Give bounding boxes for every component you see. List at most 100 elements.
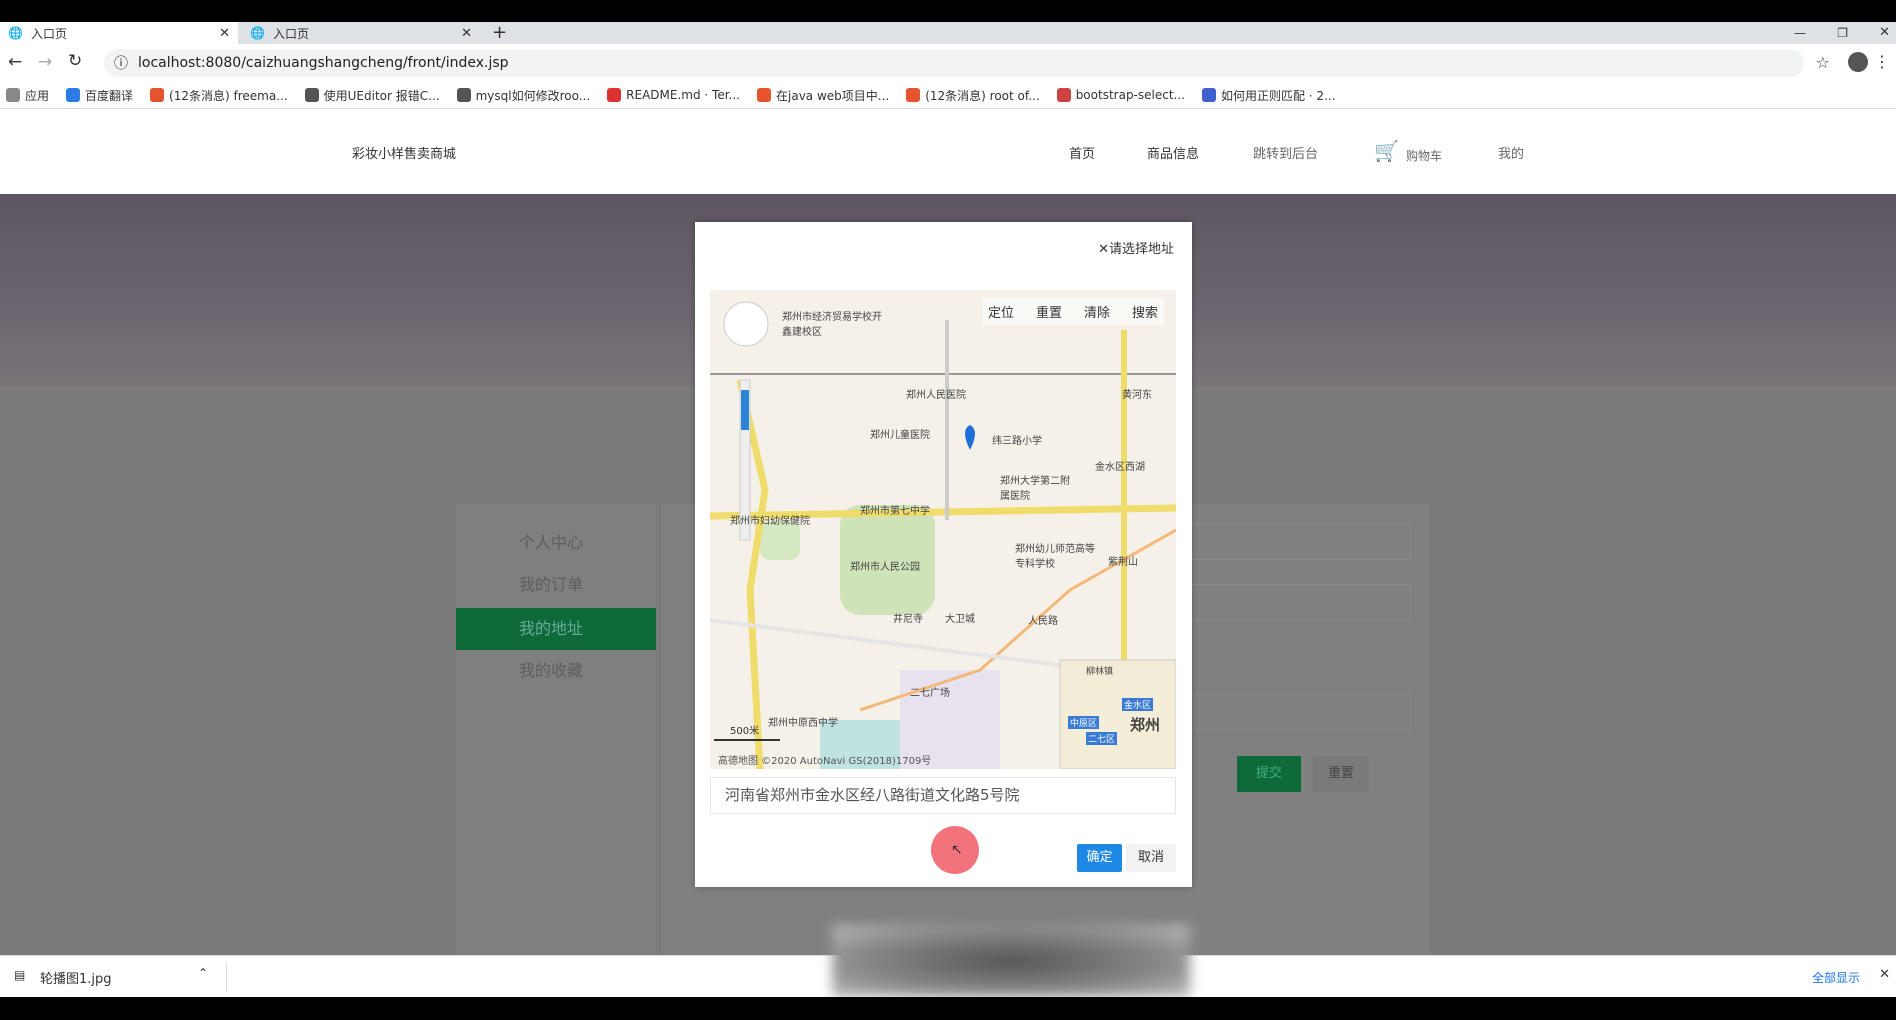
bookmark-item[interactable]: 使用UEditor 报错C... — [304, 87, 440, 104]
cart-icon[interactable]: 🛒 — [1374, 139, 1399, 163]
map-scale-label: 500米 — [730, 726, 760, 737]
bookmark-label: 百度翻译 — [85, 88, 134, 103]
forward-icon[interactable]: → — [38, 52, 52, 72]
map-label: 黄河东 — [1122, 390, 1152, 401]
bookmark-icon — [456, 88, 471, 102]
bookmark-label: 使用UEditor 报错C... — [323, 88, 440, 103]
map-label: 井尼寺 — [893, 614, 923, 625]
bookmark-icon — [1056, 88, 1071, 102]
bookmark-label: 应用 — [25, 88, 50, 103]
form-input[interactable] — [1181, 524, 1411, 560]
map-label: 郑州儿童医院 — [870, 430, 930, 441]
map-label: 郑州幼儿师范高等专科学校 — [1015, 544, 1095, 570]
nav-cart[interactable]: 购物车 — [1406, 147, 1442, 164]
search-button[interactable]: 搜索 — [1132, 302, 1158, 321]
map-label: 郑州市人民公园 — [850, 562, 920, 573]
close-tab-icon[interactable]: ✕ — [219, 26, 230, 41]
map-label: 中原区 — [1068, 716, 1100, 729]
map-label-zhengzhou: 郑州 — [1130, 716, 1160, 734]
map-label: 郑州市经济贸易学校开鑫建校区 — [782, 312, 882, 338]
restore-button[interactable]: ❐ — [1837, 22, 1848, 44]
bookmark-label: README.md · Ter... — [626, 88, 740, 102]
chevron-up-icon[interactable]: ⌃ — [198, 966, 208, 980]
nav-admin[interactable]: 跳转到后台 — [1253, 143, 1318, 162]
bookmark-icon — [6, 88, 20, 102]
screen-bottom-border — [0, 997, 1896, 1020]
form-input[interactable] — [1181, 584, 1411, 620]
bookmark-label: 如何用正则匹配 · 2... — [1220, 88, 1336, 103]
map-view[interactable]: 郑州 郑州市经济贸易学校开鑫建校区 郑州人民医院 黄河东 郑州儿童医院 纬三路小… — [710, 290, 1176, 769]
site-header: 彩妆小样售卖商城 首页 商品信息 跳转到后台 🛒 购物车 我的 — [0, 109, 1896, 194]
site-brand[interactable]: 彩妆小样售卖商城 — [352, 143, 456, 162]
sidebar-item-favorites[interactable]: 我的收藏 — [456, 650, 656, 692]
back-icon[interactable]: ← — [8, 52, 22, 72]
address-input[interactable]: 河南省郑州市金水区经八路街道文化路5号院 — [710, 777, 1176, 814]
bookmark-label: (12条消息) freema... — [169, 88, 288, 103]
click-indicator: ↖ — [931, 826, 979, 874]
globe-icon: 🌐 — [250, 26, 265, 40]
map-attribution: 高德地图 ©2020 AutoNavi GS(2018)1709号 — [718, 756, 932, 767]
map-label: 二七广场 — [910, 688, 950, 699]
bookmark-icon — [1201, 88, 1216, 102]
new-tab-button[interactable]: + — [492, 22, 507, 44]
bookmark-item[interactable]: (12条消息) root of... — [906, 87, 1040, 104]
map-label: 郑州市第七中学 — [860, 506, 930, 517]
bookmark-item[interactable]: 如何用正则匹配 · 2... — [1201, 87, 1336, 104]
file-icon: ▤ — [14, 968, 26, 982]
map-label: 人民路 — [1028, 616, 1058, 627]
sidebar-item-orders[interactable]: 我的订单 — [456, 564, 656, 606]
minimize-button[interactable]: — — [1794, 22, 1806, 44]
bookmark-item[interactable]: mysql如何修改roo... — [456, 87, 590, 104]
user-sidebar: 个人中心 我的订单 我的地址 我的收藏 — [456, 504, 656, 955]
browser-tab[interactable]: 🌐 入口页 ✕ — [0, 22, 238, 44]
form-input[interactable] — [1181, 694, 1411, 730]
blurred-overlay — [832, 925, 1190, 997]
menu-icon[interactable]: ⋮ — [1874, 52, 1890, 71]
bookmark-item[interactable]: 百度翻译 — [66, 87, 133, 104]
confirm-button[interactable]: 确定 — [1077, 844, 1122, 872]
nav-products[interactable]: 商品信息 — [1147, 143, 1199, 162]
map-label: 纬三路小学 — [992, 436, 1042, 447]
bookmark-label: (12条消息) root of... — [925, 88, 1040, 103]
address-bar-row: ← → ↻ ⓘ localhost:8080/caizhuangshangchen… — [0, 44, 1896, 82]
map-toolbar: 定位 重置 清除 搜索 — [981, 298, 1164, 325]
modal-close[interactable]: ✕请选择地址 — [1098, 238, 1174, 257]
bookmark-item[interactable]: bootstrap-select... — [1056, 88, 1185, 102]
nav-mine[interactable]: 我的 — [1498, 143, 1524, 162]
sidebar-item-profile[interactable]: 个人中心 — [456, 522, 656, 564]
map-label: 大卫城 — [945, 614, 975, 625]
bookmark-item[interactable]: README.md · Ter... — [607, 88, 740, 102]
browser-tab[interactable]: 🌐 入口页 ✕ — [242, 22, 480, 44]
map-label: 郑州市妇幼保健院 — [730, 516, 810, 527]
divider — [226, 962, 227, 992]
locate-button[interactable]: 定位 — [988, 302, 1014, 321]
close-window-button[interactable]: ✕ — [1879, 22, 1890, 44]
reset-button[interactable]: 重置 — [1313, 756, 1369, 792]
location-marker — [965, 425, 975, 450]
submit-button[interactable]: 提交 — [1237, 756, 1301, 792]
reload-icon[interactable]: ↻ — [68, 51, 82, 71]
nav-home[interactable]: 首页 — [1069, 143, 1095, 162]
overview-map — [1059, 659, 1176, 769]
bookmark-item[interactable]: 应用 — [6, 87, 49, 104]
bookmark-icon — [607, 88, 622, 102]
profile-icon[interactable] — [1848, 52, 1868, 72]
globe-icon: 🌐 — [8, 26, 23, 40]
url-input[interactable]: ⓘ localhost:8080/caizhuangshangcheng/fron… — [104, 49, 1804, 77]
download-item[interactable]: 轮播图1.jpg — [40, 968, 112, 987]
show-all-link[interactable]: 全部显示 — [1812, 969, 1860, 986]
browser-tab-strip: 🌐 入口页 ✕ 🌐 入口页 ✕ + — ❐ ✕ — [0, 22, 1896, 44]
map-pan-control — [723, 301, 769, 347]
map-label: 郑州中原西中学 — [768, 718, 838, 729]
bookmark-item[interactable]: (12条消息) freema... — [150, 87, 288, 104]
close-downloads-icon[interactable]: ✕ — [1879, 967, 1890, 982]
close-tab-icon[interactable]: ✕ — [461, 26, 472, 41]
sidebar-item-address[interactable]: 我的地址 — [456, 608, 656, 650]
info-icon: ⓘ — [114, 56, 128, 72]
star-icon[interactable]: ☆ — [1816, 53, 1830, 72]
cancel-button[interactable]: 取消 — [1126, 844, 1176, 872]
map-label: 郑州人民医院 — [906, 390, 966, 401]
bookmark-item[interactable]: 在java web项目中... — [757, 87, 889, 104]
map-reset-button[interactable]: 重置 — [1036, 302, 1062, 321]
clear-button[interactable]: 清除 — [1084, 302, 1110, 321]
